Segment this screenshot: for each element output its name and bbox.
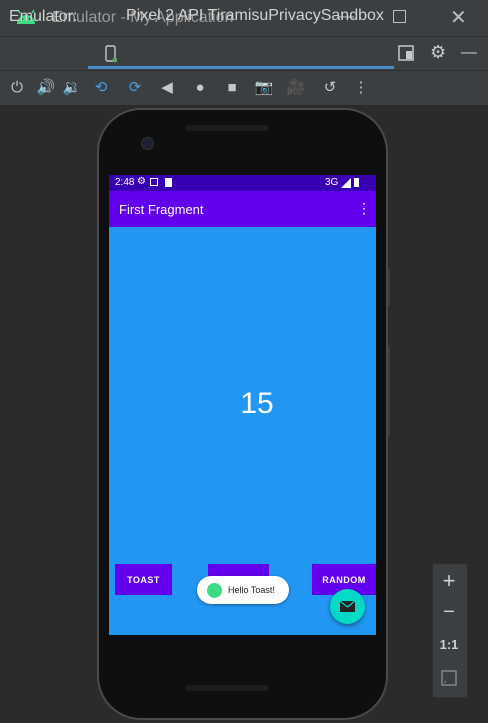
zoom-in-button[interactable]: + (432, 568, 466, 594)
status-bar: 2:48 ⚙ 3G (109, 175, 376, 191)
close-icon[interactable]: ✕ (450, 5, 467, 30)
power-icon[interactable]: ⏻ (7, 78, 27, 98)
battery-icon (354, 178, 359, 187)
toast-popup: Hello Toast! (197, 576, 289, 604)
camera-icon[interactable]: 📷 (254, 78, 274, 98)
status-time: 2:48 (115, 177, 135, 188)
overflow-menu-icon[interactable]: ⋮ (357, 200, 371, 217)
record-icon[interactable]: 🎥 (286, 78, 306, 98)
phone-speaker-bottom (185, 685, 269, 691)
front-camera (141, 137, 154, 150)
mail-icon (339, 600, 356, 612)
toast-message: Hello Toast! (228, 585, 275, 595)
fit-screen-icon[interactable] (441, 670, 457, 686)
device-tab[interactable]: Pixel 2 API TiramisuPrivacySandbox (126, 7, 384, 25)
rotate-right-icon[interactable]: ⟳ (125, 78, 145, 98)
device-screen[interactable]: 2:48 ⚙ 3G First Fragment ⋮ 15 TOAST COUN… (109, 175, 376, 635)
emulator-label: Emulator: (9, 8, 78, 25)
maximize-icon[interactable] (393, 10, 406, 23)
fragment-content: 15 TOAST COUNT RANDOM (109, 227, 376, 635)
app-bar: First Fragment ⋮ (109, 191, 376, 227)
android-toast-icon (207, 582, 222, 598)
device-icon (105, 45, 117, 63)
active-tab-underline (88, 66, 394, 69)
window-mode-icon[interactable] (398, 45, 414, 61)
zoom-actual-size-button[interactable]: 1:1 (432, 637, 466, 652)
overview-icon[interactable]: ■ (222, 78, 242, 98)
settings-status-icon: ⚙ (137, 176, 146, 187)
notification-status-icon (150, 178, 158, 186)
snapshot-icon[interactable]: ↺ (320, 78, 340, 98)
volume-up-icon[interactable]: 🔊 (36, 78, 56, 98)
count-textview: 15 (240, 387, 274, 420)
home-icon[interactable]: ● (190, 78, 210, 98)
mail-fab[interactable] (330, 589, 365, 624)
signal-icon (341, 178, 351, 188)
rotate-left-icon[interactable]: ⟲ (91, 78, 111, 98)
app-title: First Fragment (119, 202, 204, 217)
volume-down-icon[interactable]: 🔉 (62, 78, 82, 98)
hide-panel-icon[interactable]: — (461, 44, 477, 62)
more-icon[interactable]: ⋮ (351, 78, 371, 98)
toast-button[interactable]: TOAST (115, 564, 172, 595)
settings-gear-icon[interactable]: ⚙ (430, 42, 446, 63)
phone-speaker-top (185, 125, 269, 131)
back-icon[interactable]: ◀ (157, 78, 177, 98)
zoom-out-button[interactable]: − (432, 601, 466, 624)
sd-card-status-icon (165, 178, 172, 187)
network-type: 3G (325, 177, 339, 188)
